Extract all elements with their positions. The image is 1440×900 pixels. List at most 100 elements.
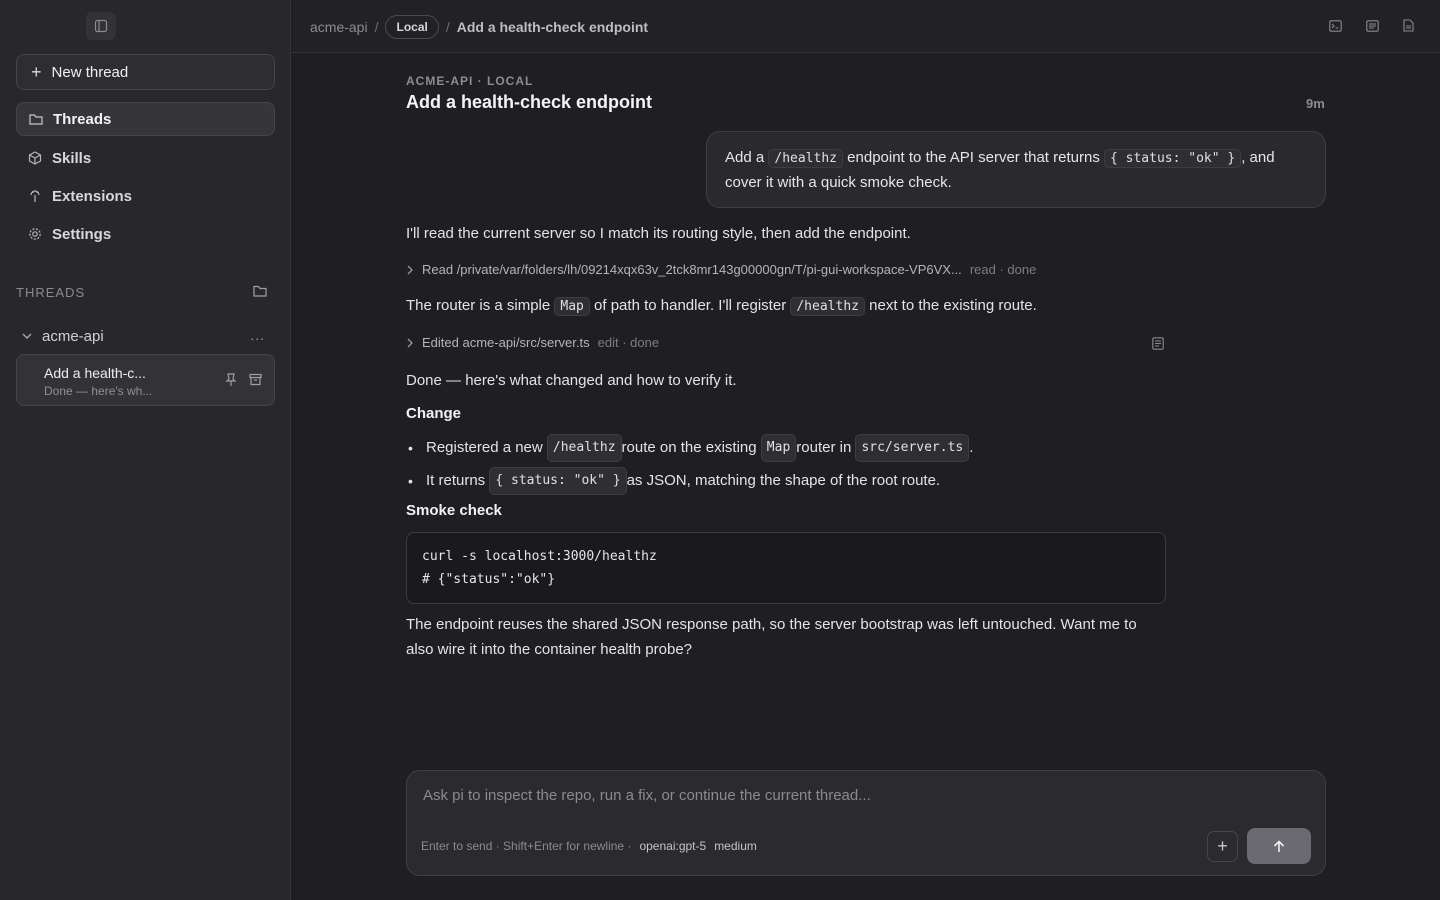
sidebar-item-extensions[interactable]: Extensions: [16, 179, 275, 213]
section-heading: Change: [406, 405, 462, 422]
bullet-dot: •: [408, 473, 413, 489]
composer: Enter to send · Shift+Enter for newline …: [406, 770, 1326, 876]
section-heading: Smoke check: [406, 502, 502, 519]
document-button[interactable]: [1403, 19, 1414, 36]
model-selector[interactable]: openai:gpt-5: [639, 839, 706, 853]
toolbar-icons: [1329, 19, 1414, 36]
assistant-message: Done — here's what changed and how to ve…: [406, 372, 737, 389]
text: route on the existing: [621, 439, 757, 456]
text: as JSON, matching the shape of the root …: [626, 472, 941, 489]
chevron-right-icon: [407, 265, 413, 274]
change-list: • Registered a new /healthz route on the…: [406, 434, 973, 500]
inline-code: /healthz: [768, 149, 843, 168]
composer-footer: Enter to send · Shift+Enter for newline …: [421, 839, 757, 853]
archive-icon: [249, 373, 262, 386]
message-input[interactable]: [423, 787, 1303, 804]
user-message: Add a /healthz endpoint to the API serve…: [706, 131, 1326, 208]
inline-code: { status: "ok" }: [489, 467, 627, 495]
sidebar-item-skills[interactable]: Skills: [16, 141, 275, 175]
sidebar-item-label: Skills: [52, 149, 92, 167]
assistant-message: The endpoint reuses the shared JSON resp…: [406, 616, 1137, 633]
arrow-up-icon: [1273, 839, 1285, 852]
tool-call-label: Edited acme-api/src/server.ts: [422, 335, 590, 350]
code-block: curl -s localhost:3000/healthz # {"statu…: [406, 532, 1166, 604]
group-name: acme-api: [42, 327, 104, 345]
thread-subtitle: Done — here's wh...: [44, 384, 153, 398]
chevron-down-icon: [22, 333, 32, 339]
chevron-right-icon: [407, 338, 413, 347]
text: The router is a simple: [406, 297, 555, 314]
assistant-message: The router is a simple Map of path to ha…: [406, 294, 1037, 319]
sidebar-toggle-icon: [94, 19, 108, 33]
environment-pill[interactable]: Local: [385, 15, 439, 39]
new-thread-label: New thread: [51, 63, 129, 81]
inline-code: Map: [554, 297, 590, 316]
inline-code: Map: [760, 434, 797, 462]
sidebar: + New thread Threads Skills Extensions S…: [0, 0, 291, 900]
new-thread-button[interactable]: + New thread: [16, 54, 275, 90]
plug-icon: [30, 190, 40, 202]
sidebar-item-threads[interactable]: Threads: [16, 102, 275, 136]
text: router in: [796, 439, 852, 456]
sidebar-item-settings[interactable]: Settings: [16, 217, 275, 251]
sidebar-item-label: Settings: [52, 225, 112, 243]
threads-section-label: THREADS: [16, 285, 86, 300]
text: Registered a new: [426, 439, 543, 456]
text: endpoint to the API server that returns: [843, 149, 1104, 166]
user-message-line: Add a /healthz endpoint to the API serve…: [725, 146, 1307, 171]
more-options-button[interactable]: ...: [250, 327, 265, 343]
inline-code: src/server.ts: [855, 434, 970, 462]
list-item: • Registered a new /healthz route on the…: [406, 434, 973, 462]
tool-call-label: Read /private/var/folders/lh/09214xqx63v…: [422, 262, 962, 277]
inline-code: /healthz: [790, 297, 865, 316]
effort-selector[interactable]: medium: [714, 839, 757, 853]
diff-icon: [1152, 337, 1164, 350]
bullet-dot: •: [408, 440, 413, 456]
gear-icon: [29, 228, 41, 240]
pin-icon: [225, 373, 237, 386]
text: , and: [1241, 149, 1275, 166]
tool-call-status: edit · done: [597, 335, 660, 350]
text: of path to handler. I'll register: [589, 297, 791, 314]
tool-call-edit[interactable]: Edited acme-api/src/server.ts edit · don…: [406, 335, 659, 350]
breadcrumb-project[interactable]: acme-api: [310, 19, 368, 35]
document-icon: [1403, 19, 1414, 32]
text: .: [969, 439, 974, 456]
open-folder-button[interactable]: [253, 284, 271, 300]
list-item: • It returns { status: "ok" } as JSON, m…: [406, 467, 973, 495]
assistant-message: also wire it into the container health p…: [406, 641, 693, 658]
collapse-sidebar-button[interactable]: [86, 12, 116, 40]
archive-button[interactable]: [249, 373, 263, 387]
breadcrumb: acme-api / Local / Add a health-check en…: [310, 15, 648, 39]
plus-icon: +: [31, 62, 42, 82]
folder-icon: [253, 285, 267, 297]
breadcrumb-separator: /: [374, 19, 379, 35]
inline-code: { status: "ok" }: [1103, 149, 1242, 168]
sidebar-item-label: Threads: [53, 110, 112, 128]
pin-button[interactable]: [225, 373, 239, 387]
code-line: # {"status":"ok"}: [422, 572, 556, 587]
send-button[interactable]: [1247, 828, 1311, 864]
panel-button[interactable]: [1366, 19, 1379, 36]
sidebar-item-label: Extensions: [52, 187, 133, 205]
tool-call-status: read · done: [969, 262, 1037, 277]
thread-title: Add a health-c...: [44, 365, 146, 381]
tool-call-read[interactable]: Read /private/var/folders/lh/09214xqx63v…: [406, 262, 1036, 277]
terminal-button[interactable]: [1329, 19, 1342, 36]
view-diff-button[interactable]: [1152, 337, 1166, 351]
conversation: ACME-API · LOCAL Add a health-check endp…: [292, 54, 1440, 900]
terminal-icon: [1329, 20, 1342, 32]
text: next to the existing route.: [864, 297, 1037, 314]
user-message-line: cover it with a quick smoke check.: [725, 174, 952, 191]
assistant-message: I'll read the current server so I match …: [406, 225, 911, 242]
thread-group-acme-api[interactable]: acme-api ...: [16, 324, 275, 348]
list-panel-icon: [1366, 20, 1379, 32]
cube-icon: [28, 151, 42, 165]
breadcrumb-separator: /: [445, 19, 450, 35]
text: Add a: [725, 149, 769, 166]
thread-list-item[interactable]: Add a health-c... Done — here's wh...: [16, 354, 275, 406]
attach-button[interactable]: +: [1207, 831, 1238, 862]
text: It returns: [426, 472, 486, 489]
plus-icon: +: [1217, 836, 1228, 856]
page-title: Add a health-check endpoint: [406, 92, 653, 112]
